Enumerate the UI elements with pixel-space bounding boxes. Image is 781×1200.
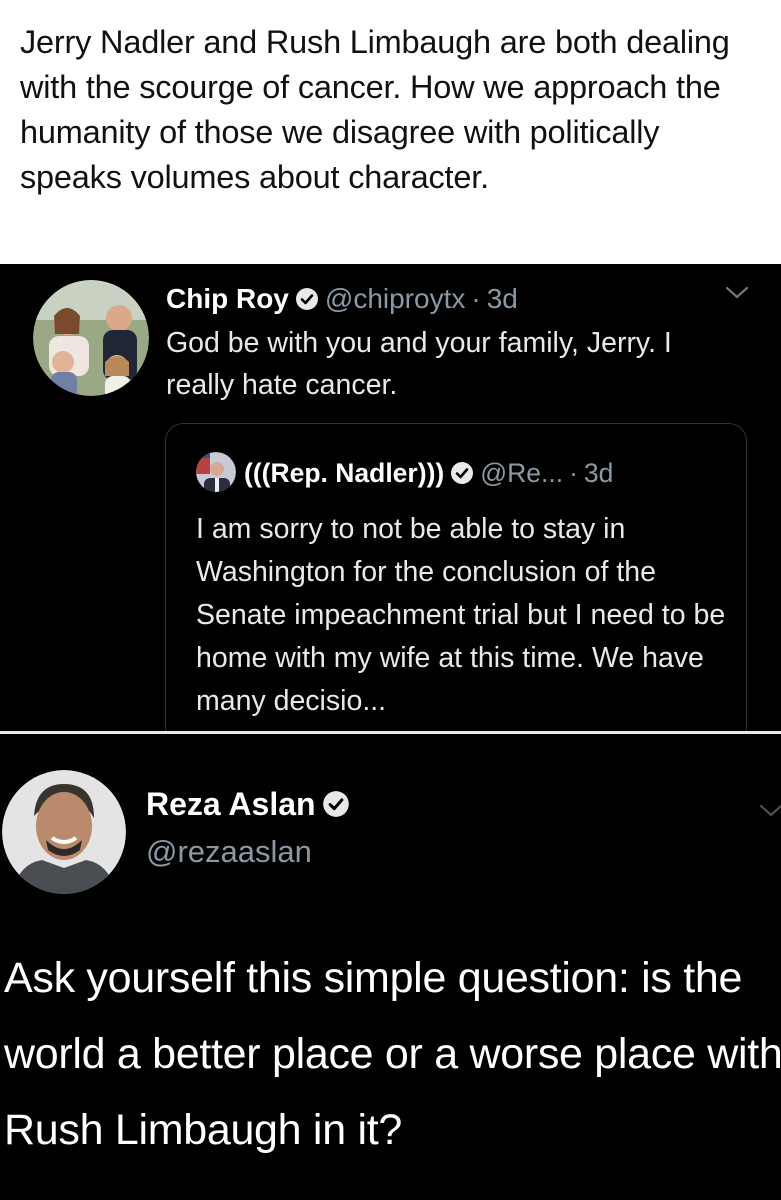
family-photo-avatar-image	[33, 280, 149, 396]
chevron-down-icon[interactable]	[758, 800, 781, 818]
verified-badge-icon	[322, 787, 350, 817]
separator-dot: ·	[471, 283, 481, 314]
quoted-tweet-header: (((Rep. Nadler))) @Re... · 3d	[244, 456, 613, 490]
separator-dot: ·	[569, 458, 578, 488]
verified-badge-icon	[295, 285, 319, 310]
avatar[interactable]	[33, 280, 149, 396]
avatar[interactable]	[2, 770, 126, 894]
quoted-avatar[interactable]	[196, 452, 236, 492]
quoted-author-handle[interactable]: @Re...	[480, 458, 563, 488]
tweet-time[interactable]: 3d	[487, 283, 518, 314]
quoted-tweet-time[interactable]: 3d	[584, 458, 613, 488]
author-handle[interactable]: @chiproytx	[325, 283, 465, 314]
tweet-header: Chip Roy @chiproytx · 3d	[166, 282, 518, 316]
caption-text: Jerry Nadler and Rush Limbaugh are both …	[20, 24, 730, 195]
quoted-tweet-text: I am sorry to not be able to stay in Was…	[196, 513, 726, 717]
author-name-line: Reza Aslan	[146, 784, 356, 824]
tweet-text: God be with you and your family, Jerry. …	[166, 327, 672, 401]
quoted-author-name[interactable]: (((Rep. Nadler)))	[244, 458, 444, 488]
chevron-down-icon[interactable]	[724, 282, 750, 300]
tweet-text: Ask yourself this simple question: is th…	[4, 954, 781, 1154]
reza-aslan-avatar-image	[2, 770, 126, 894]
author-name[interactable]: Chip Roy	[166, 283, 289, 314]
caption-panel: Jerry Nadler and Rush Limbaugh are both …	[0, 0, 781, 264]
author-name[interactable]: Reza Aslan	[146, 786, 316, 822]
nadler-avatar-image	[196, 452, 236, 492]
verified-badge-icon	[450, 459, 474, 484]
author-handle[interactable]: @rezaaslan	[146, 832, 312, 872]
